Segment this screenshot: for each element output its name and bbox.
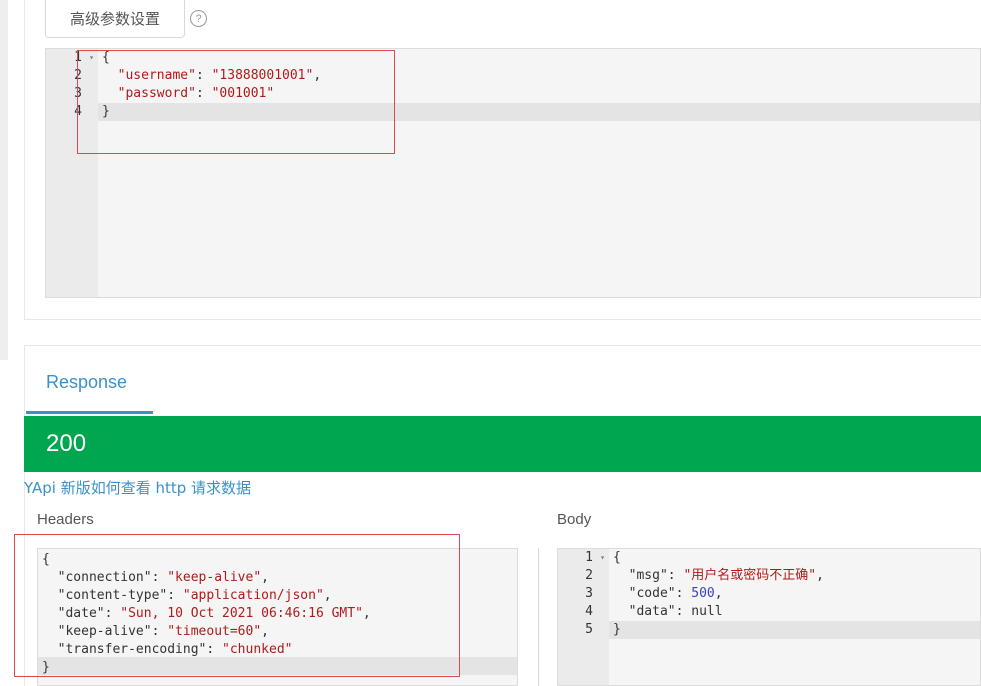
code-token: :: [151, 570, 168, 585]
body-title: Body: [557, 511, 592, 528]
code-token: ,: [261, 624, 269, 639]
code-line: "password": "001001": [98, 85, 980, 103]
code-token: :: [206, 642, 223, 657]
code-token: :: [195, 68, 212, 83]
response-headers-editor[interactable]: { "connection": "keep-alive", "content-t…: [37, 548, 518, 686]
code-token: "content-type": [57, 588, 168, 603]
code-line: "data": null: [609, 603, 980, 621]
line-number: 1 ▾: [585, 549, 605, 567]
code-token: "application/json": [182, 588, 324, 603]
code-token: ,: [323, 588, 332, 603]
code-token: :: [167, 588, 183, 603]
code-token: :: [104, 606, 121, 621]
line-number: 5: [585, 622, 593, 637]
code-token: ,: [313, 68, 322, 83]
code-token: null: [691, 604, 723, 619]
code-token: "transfer-encoding": [57, 642, 207, 657]
code-token: "用户名或密码不正确": [683, 568, 817, 583]
code-line: "connection": "keep-alive",: [38, 569, 517, 587]
code-token: "chunked": [222, 642, 293, 657]
code-line: {: [98, 49, 980, 67]
code-line: }: [98, 103, 980, 121]
code-area[interactable]: { "username": "13888001001", "password":…: [98, 49, 980, 121]
line-number: 3: [74, 86, 82, 101]
line-gutter: 1 ▾ 2 3 4 5: [558, 549, 609, 685]
line-number: 3: [585, 586, 593, 601]
line-number: 4: [74, 104, 82, 119]
code-token: :: [675, 604, 692, 619]
code-line: }: [609, 621, 980, 639]
code-token: }: [613, 622, 621, 637]
help-icon[interactable]: ?: [190, 10, 207, 27]
code-line: {: [38, 551, 517, 569]
code-line: "keep-alive": "timeout=60",: [38, 623, 517, 641]
code-token: :: [151, 624, 168, 639]
tab-response[interactable]: Response: [46, 372, 127, 393]
code-token: :: [667, 568, 684, 583]
line-gutter: 1 ▾ 2 3 4: [46, 49, 98, 297]
code-line: "date": "Sun, 10 Oct 2021 06:46:16 GMT",: [38, 605, 517, 623]
code-token: {: [613, 550, 621, 565]
advanced-settings-button[interactable]: 高级参数设置: [45, 0, 185, 38]
request-body-editor[interactable]: 1 ▾ 2 3 4 { "username": "13888001001", "pass…: [45, 48, 981, 298]
code-token: 500: [691, 586, 715, 601]
code-token: ,: [261, 570, 269, 585]
left-sidebar-edge: [0, 0, 8, 360]
response-body-editor[interactable]: 1 ▾ 2 3 4 5 { "msg": "用户名或密码不正确", "code": 500…: [557, 548, 981, 686]
code-token: "date": [57, 606, 105, 621]
code-token: "timeout=60": [167, 624, 262, 639]
tab-active-indicator: [26, 411, 153, 414]
fold-arrow-icon[interactable]: ▾: [89, 49, 94, 67]
yapi-help-link[interactable]: YApi 新版如何查看 http 请求数据: [24, 477, 251, 498]
status-bar: [24, 416, 981, 472]
fold-arrow-icon[interactable]: ▾: [600, 549, 605, 567]
code-token: }: [102, 104, 110, 119]
headers-title: Headers: [37, 511, 94, 528]
code-line: "code": 500,: [609, 585, 980, 603]
code-area[interactable]: { "connection": "keep-alive", "content-t…: [38, 551, 517, 677]
code-line: "content-type": "application/json",: [38, 587, 517, 605]
code-token: "Sun, 10 Oct 2021 06:46:16 GMT": [120, 606, 363, 621]
code-token: "keep-alive": [167, 570, 262, 585]
code-area[interactable]: { "msg": "用户名或密码不正确", "code": 500, "data…: [609, 549, 980, 639]
code-token: }: [42, 660, 50, 675]
code-line: "username": "13888001001",: [98, 67, 980, 85]
code-token: "password": [117, 86, 196, 101]
code-line: "msg": "用户名或密码不正确",: [609, 567, 980, 585]
code-token: "msg": [628, 568, 668, 583]
code-token: {: [102, 50, 110, 65]
code-token: "001001": [211, 86, 275, 101]
code-token: "data": [628, 604, 676, 619]
code-line: }: [38, 659, 517, 677]
code-token: "connection": [57, 570, 152, 585]
line-number: 1 ▾: [74, 49, 94, 67]
code-token: "keep-alive": [57, 624, 152, 639]
line-number: 2: [74, 68, 82, 83]
code-line: {: [609, 549, 980, 567]
line-number: 4: [585, 604, 593, 619]
code-token: ,: [816, 568, 824, 583]
code-token: {: [42, 552, 50, 567]
column-divider: [538, 548, 539, 686]
code-token: :: [675, 586, 692, 601]
code-token: ,: [362, 606, 371, 621]
status-code: 200: [46, 430, 87, 457]
line-number: 2: [585, 568, 593, 583]
code-token: :: [195, 86, 212, 101]
code-token: "username": [117, 68, 196, 83]
code-token: "13888001001": [211, 68, 314, 83]
code-line: "transfer-encoding": "chunked": [38, 641, 517, 659]
code-token: ,: [714, 586, 723, 601]
code-token: "code": [628, 586, 676, 601]
